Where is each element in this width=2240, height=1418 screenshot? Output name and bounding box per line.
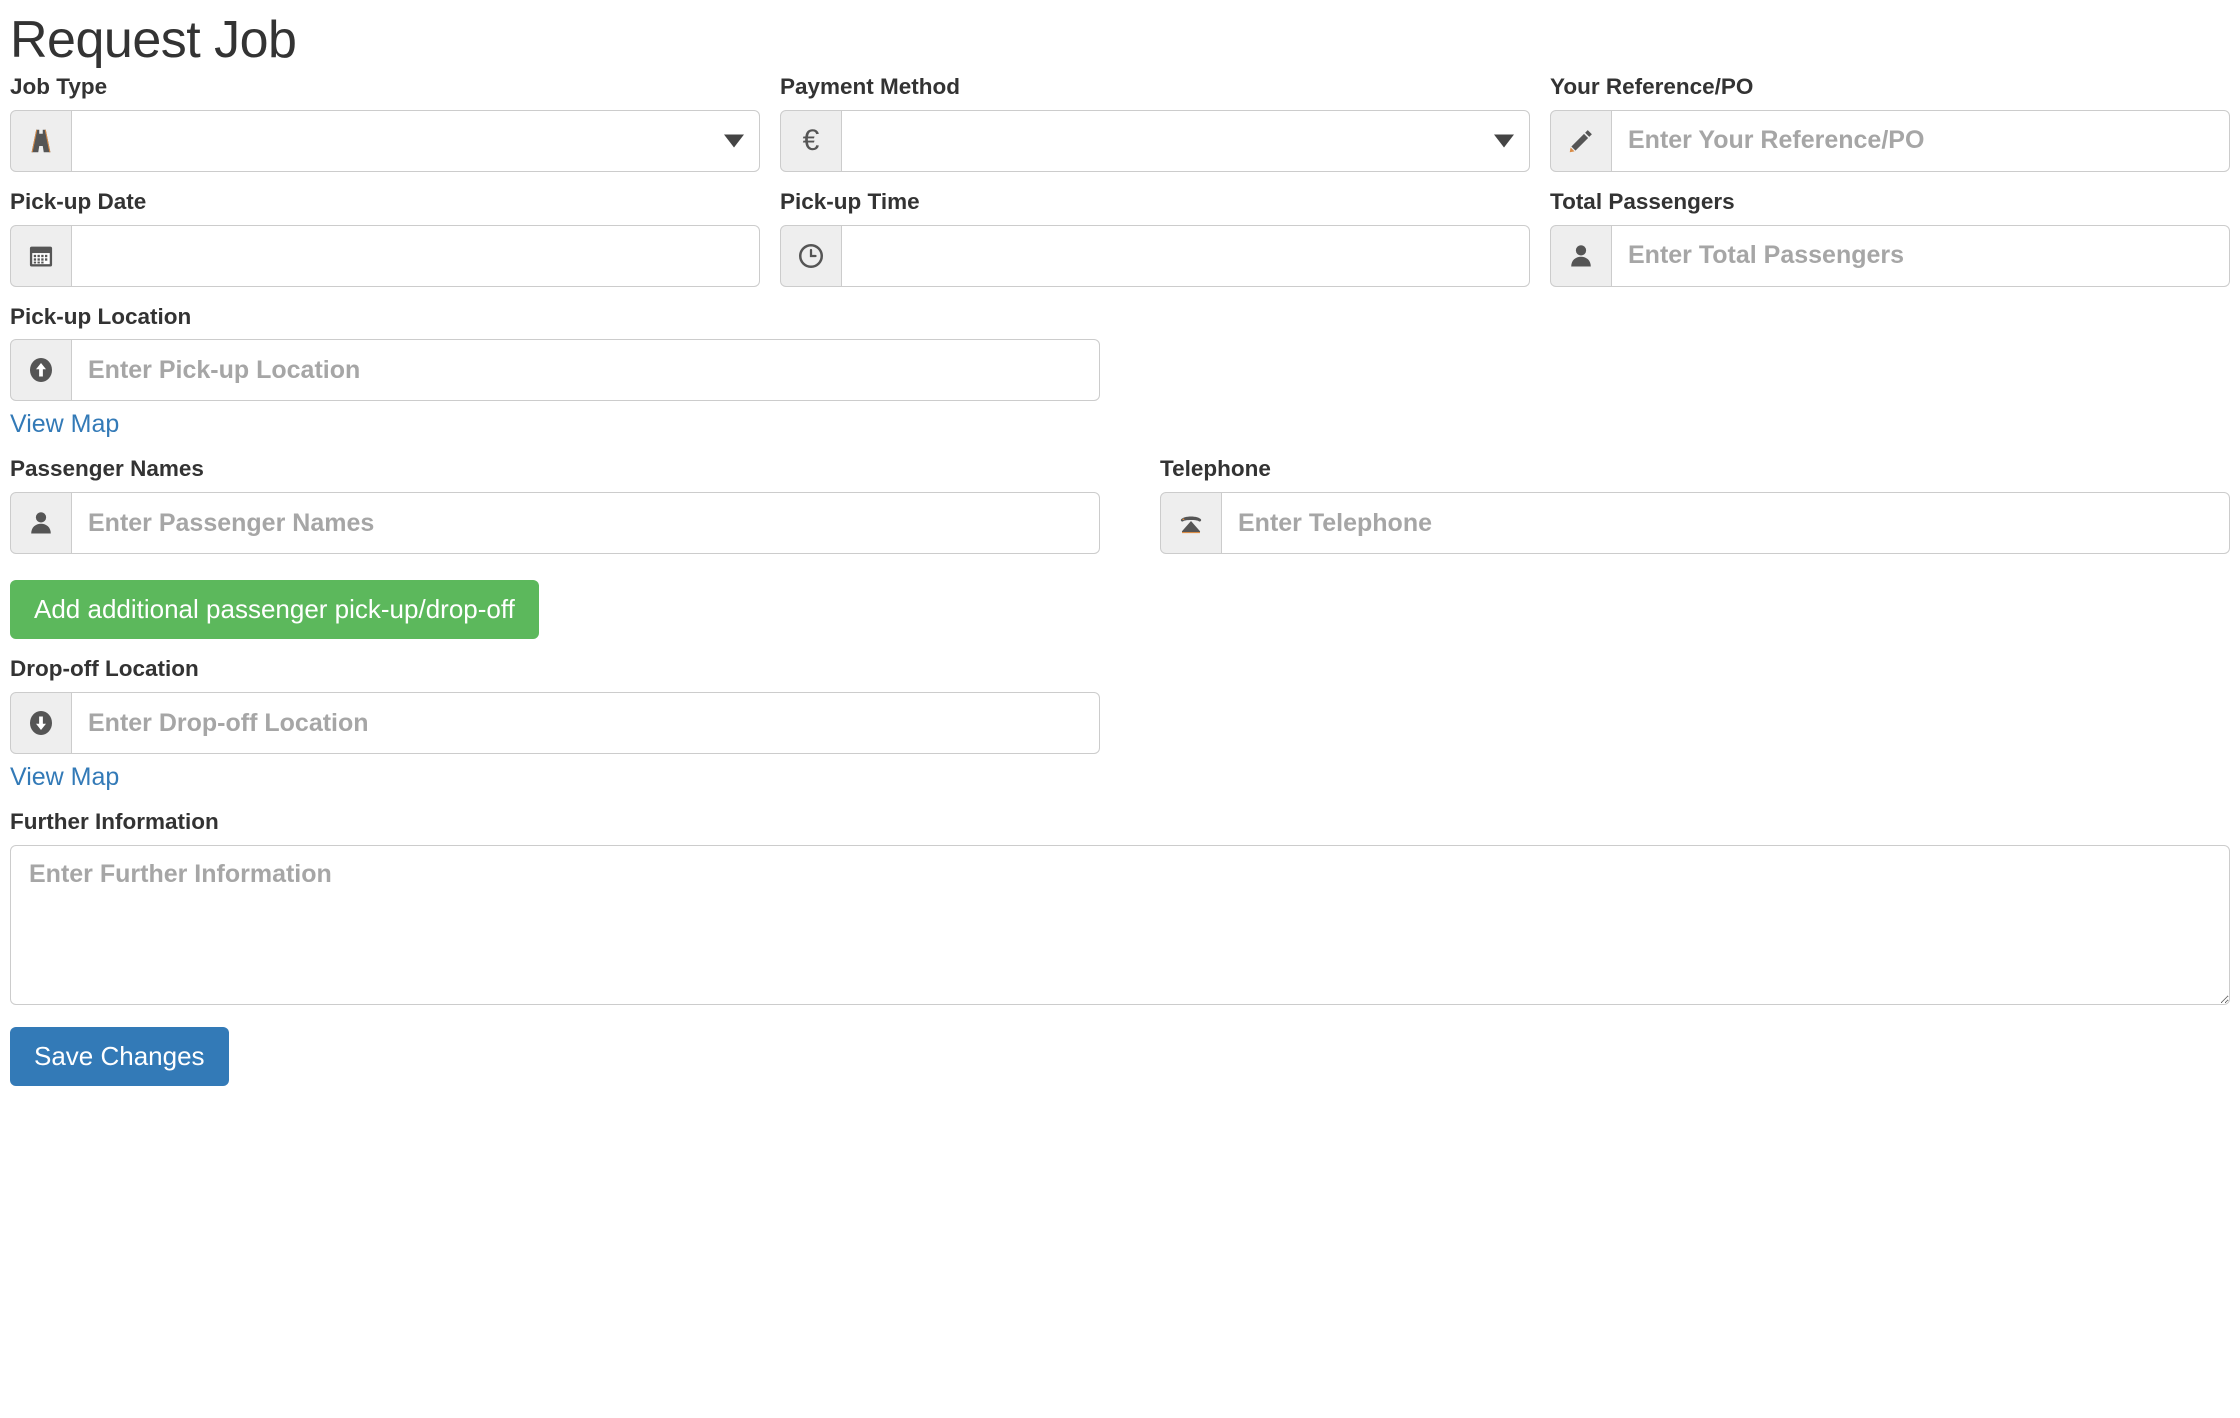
clock-icon: [780, 224, 842, 287]
pickup-view-map-link[interactable]: View Map: [10, 409, 119, 439]
dropoff-location-input[interactable]: [72, 692, 1100, 755]
pickup-location-input-group: [10, 339, 1100, 402]
arrow-up-circle-icon: [10, 339, 72, 402]
dropoff-view-map-link[interactable]: View Map: [10, 762, 119, 792]
form-row-1: Job Type Payment Method € Your Reference…: [10, 74, 2230, 172]
payment-method-input-group: €: [780, 109, 1530, 172]
pickup-location-input[interactable]: [72, 339, 1100, 402]
passenger-names-input[interactable]: [72, 492, 1100, 555]
dropoff-location-label: Drop-off Location: [10, 656, 199, 682]
field-group-pickup-time: Pick-up Time: [780, 188, 1530, 287]
road-icon: [10, 109, 72, 172]
field-group-pickup-location: Pick-up Location View Map: [10, 303, 2230, 440]
reference-po-input[interactable]: [1612, 109, 2230, 172]
page-title: Request Job: [10, 11, 297, 69]
pickup-date-label: Pick-up Date: [10, 188, 147, 214]
form-row-passenger-telephone: Passenger Names Telephone: [10, 456, 2230, 555]
field-group-payment-method: Payment Method €: [780, 74, 1530, 172]
field-group-job-type: Job Type: [10, 74, 760, 172]
euro-icon: €: [780, 109, 842, 172]
total-passengers-input[interactable]: [1612, 224, 2230, 287]
col-spacer: [1530, 75, 1550, 172]
field-group-further-information: Further Information: [10, 809, 2230, 1005]
payment-method-label: Payment Method: [780, 74, 961, 100]
col-spacer: [1100, 457, 1160, 554]
telephone-input-group: [1160, 492, 2230, 555]
phone-icon: [1160, 492, 1222, 555]
dropoff-location-input-group: [10, 692, 1100, 755]
job-type-select-wrap: [72, 109, 760, 172]
arrow-down-circle-icon: [10, 692, 72, 755]
calendar-icon: [10, 224, 72, 287]
field-group-telephone: Telephone: [1160, 456, 2230, 555]
field-group-dropoff-location: Drop-off Location View Map: [10, 657, 2230, 792]
telephone-input[interactable]: [1222, 492, 2230, 555]
reference-po-label: Your Reference/PO: [1550, 74, 1754, 100]
pickup-time-label: Pick-up Time: [780, 188, 920, 214]
save-changes-button[interactable]: Save Changes: [10, 1026, 229, 1087]
field-group-pickup-date: Pick-up Date: [10, 188, 760, 287]
col-spacer: [760, 75, 780, 172]
add-additional-passenger-button[interactable]: Add additional passenger pick-up/drop-of…: [10, 580, 539, 640]
further-information-textarea[interactable]: [10, 844, 2230, 1005]
field-group-reference-po: Your Reference/PO: [1550, 74, 2230, 172]
passenger-names-input-group: [10, 492, 1100, 555]
euro-glyph: €: [802, 123, 820, 157]
add-passenger-button-wrap: Add additional passenger pick-up/drop-of…: [10, 580, 2230, 640]
payment-method-select[interactable]: [842, 109, 1530, 172]
user-icon: [1550, 224, 1612, 287]
pickup-date-input[interactable]: [72, 224, 760, 287]
col-spacer: [1530, 190, 1550, 287]
job-type-select[interactable]: [72, 109, 760, 172]
user-icon: [10, 492, 72, 555]
field-group-passenger-names: Passenger Names: [10, 456, 1100, 555]
further-information-label: Further Information: [10, 809, 219, 835]
pencil-icon: [1550, 109, 1612, 172]
total-passengers-input-group: [1550, 224, 2230, 287]
payment-method-select-wrap: [842, 109, 1530, 172]
save-button-wrap: Save Changes: [10, 1026, 2230, 1087]
job-type-input-group: [10, 109, 760, 172]
passenger-names-label: Passenger Names: [10, 456, 204, 482]
col-spacer: [760, 190, 780, 287]
pickup-location-label: Pick-up Location: [10, 303, 192, 329]
form-row-2: Pick-up Date Pick-up Time Total Passenge…: [10, 188, 2230, 287]
total-passengers-label: Total Passengers: [1550, 188, 1735, 214]
pickup-time-input[interactable]: [842, 224, 1530, 287]
request-job-form-page: Request Job Job Type Payment Method € Yo…: [0, 0, 2240, 1087]
telephone-label: Telephone: [1160, 456, 1271, 482]
job-type-label: Job Type: [10, 74, 108, 100]
field-group-total-passengers: Total Passengers: [1550, 188, 2230, 287]
pickup-time-input-group: [780, 224, 1530, 287]
pickup-date-input-group: [10, 224, 760, 287]
reference-po-input-group: [1550, 109, 2230, 172]
